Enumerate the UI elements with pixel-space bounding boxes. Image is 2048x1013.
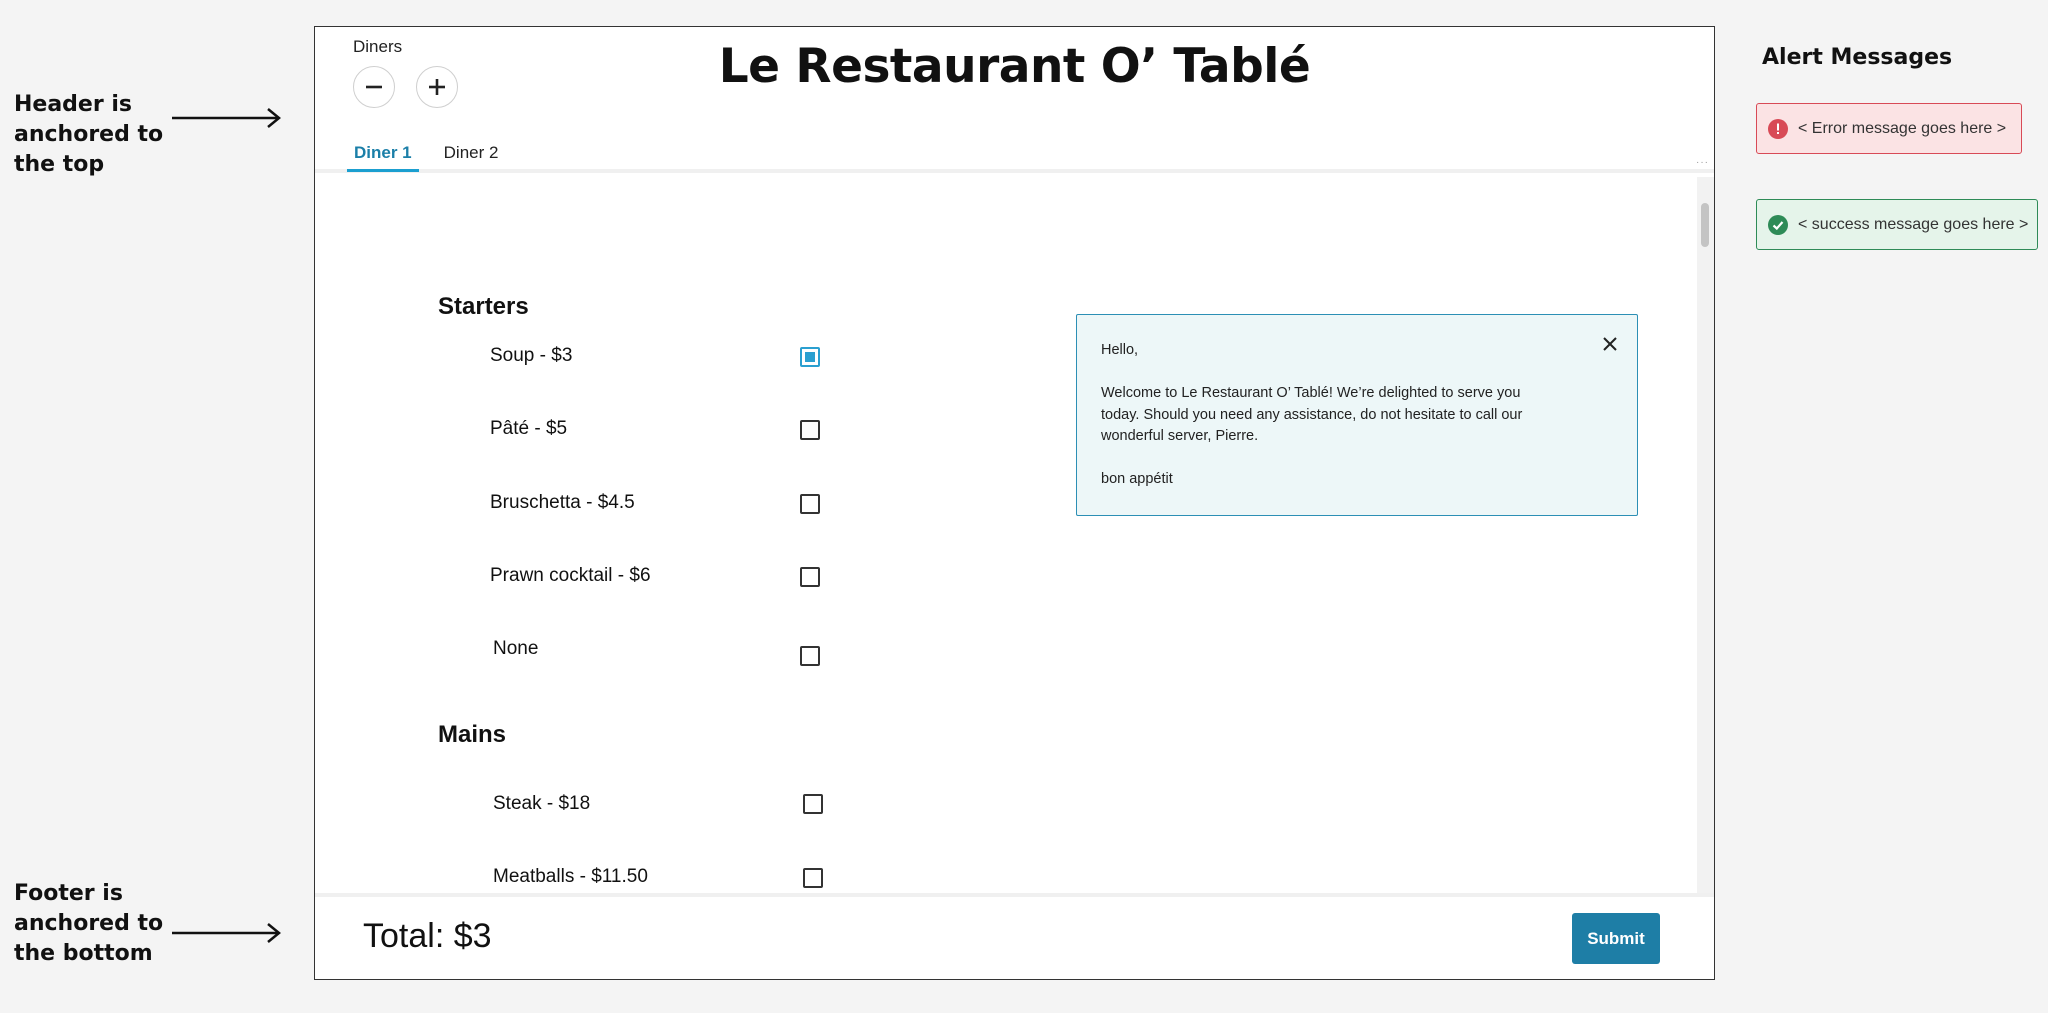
close-icon[interactable] xyxy=(1601,335,1619,353)
diner-tabs: Diner 1 Diner 2 xyxy=(347,143,523,172)
section-heading-mains: Mains xyxy=(438,721,507,748)
tab-diner-1[interactable]: Diner 1 xyxy=(347,143,419,172)
header-annotation-line: Header is xyxy=(14,92,132,117)
check-circle-icon xyxy=(1768,214,1788,235)
tab-diner-2[interactable]: Diner 2 xyxy=(437,143,506,172)
footer-annotation-line: anchored to xyxy=(14,911,164,936)
menu-item-checkbox[interactable] xyxy=(800,347,820,367)
footer-annotation: Footer is anchored to the bottom xyxy=(14,879,163,969)
order-total: Total: $3 xyxy=(363,917,492,955)
menu-item-checkbox[interactable] xyxy=(800,646,820,666)
alerts-heading: Alert Messages xyxy=(1762,45,1953,70)
section-heading-starters: Starters xyxy=(438,293,529,320)
page-header: Diners Le Restaurant O’ Tablé Diner 1 Di… xyxy=(315,27,1714,173)
menu-item-label: Meatballs - $11.50 xyxy=(493,866,648,887)
menu-item-checkbox[interactable] xyxy=(803,868,823,888)
menu-item-label: Soup - $3 xyxy=(490,345,573,366)
menu-item-checkbox[interactable] xyxy=(800,567,820,587)
content-scrollbar[interactable] xyxy=(1697,177,1714,893)
success-alert-text: < success message goes here > xyxy=(1798,215,2029,233)
header-annotation-line: the top xyxy=(14,152,105,177)
menu-item-label: None xyxy=(493,638,539,659)
arrow-right-icon xyxy=(172,108,281,128)
submit-button[interactable]: Submit xyxy=(1572,913,1660,964)
header-annotation-line: anchored to xyxy=(14,122,164,147)
error-icon xyxy=(1768,118,1788,139)
footer-annotation-line: Footer is xyxy=(14,881,123,906)
menu-item-label: Prawn cocktail - $6 xyxy=(490,565,651,586)
menu-item-label: Bruschetta - $4.5 xyxy=(490,492,635,513)
welcome-greeting: Hello, xyxy=(1101,342,1139,358)
error-alert-text: < Error message goes here > xyxy=(1798,119,2007,137)
scrollbar-thumb[interactable] xyxy=(1701,203,1709,247)
footer-annotation-line: the bottom xyxy=(14,941,153,966)
menu-content: Starters Soup - $3 Pâté - $5 Bruschetta … xyxy=(315,177,1697,893)
error-alert: < Error message goes here > xyxy=(1756,103,2022,154)
menu-item-checkbox[interactable] xyxy=(800,420,820,440)
menu-item-label: Pâté - $5 xyxy=(490,418,568,439)
menu-item-label: Steak - $18 xyxy=(493,793,591,814)
menu-item-checkbox[interactable] xyxy=(803,794,823,814)
welcome-signoff: bon appétit xyxy=(1101,471,1173,487)
success-alert: < success message goes here > xyxy=(1756,199,2038,250)
header-annotation: Header is anchored to the top xyxy=(14,90,163,180)
menu-item-checkbox[interactable] xyxy=(800,494,820,514)
welcome-message-panel: Hello, Welcome to Le Restaurant O’ Tablé… xyxy=(1076,314,1638,516)
resize-handle[interactable]: ··· xyxy=(1696,157,1709,168)
arrow-right-icon xyxy=(172,923,281,943)
welcome-body: Welcome to Le Restaurant O’ Tablé! We’re… xyxy=(1101,385,1523,444)
page-title: Le Restaurant O’ Tablé xyxy=(718,39,1311,94)
app-window: Diners Le Restaurant O’ Tablé Diner 1 Di… xyxy=(314,26,1715,980)
page-footer: Total: $3 Submit xyxy=(315,893,1714,979)
